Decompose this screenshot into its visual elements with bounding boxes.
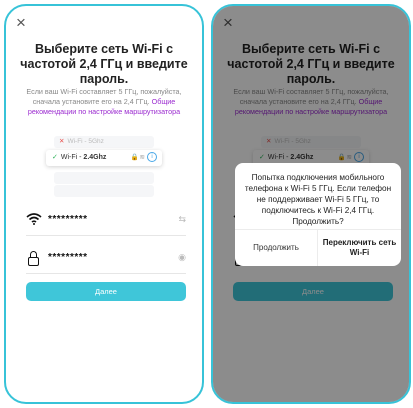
divider [26,273,186,274]
lock-icon [26,250,42,266]
eye-icon[interactable]: ◉ [178,252,186,263]
password-field[interactable]: ********* ◉ [26,248,186,274]
phone-screen-left: × Выберите сеть Wi-Fi с частотой 2,4 ГГц… [4,4,204,404]
close-icon[interactable]: × [16,14,26,31]
switch-network-button[interactable]: Переключить сеть Wi-Fi [318,229,401,266]
switch-network-icon[interactable]: ⇆ [178,214,186,225]
network-24-label: 2.4Ghz [83,154,107,161]
network-5ghz-label: Wi-Fi - 5Ghz [67,138,104,145]
next-button[interactable]: Далее [26,282,186,301]
wifi-5ghz-dialog: Попытка подключения мобильного телефона … [235,163,401,266]
network-24-prefix: Wi-Fi - [60,154,84,161]
cross-icon: ✕ [59,138,65,145]
network-row-24ghz: ✓ Wi-Fi - 2.4Ghz 🔒 ≋ i [46,150,162,166]
network-row-5ghz: ✕ Wi-Fi - 5Ghz [54,136,154,148]
network-row-placeholder [54,172,154,184]
wifi-icon [26,213,42,225]
dialog-message: Попытка подключения мобильного телефона … [244,173,392,226]
continue-button[interactable]: Продолжить [235,229,317,266]
wifi-illustration: ✕ Wi-Fi - 5Ghz ✓ Wi-Fi - 2.4Ghz 🔒 ≋ i [46,132,162,198]
check-icon: ✓ [52,154,58,161]
wifi-name-value: ********* [48,214,88,225]
page-description: Если ваш Wi-Fi составляет 5 ГГц, пожалуй… [18,87,190,117]
wifi-name-field[interactable]: ********* ⇆ [26,210,186,236]
phone-screen-right: × Выберите сеть Wi-Fi с частотой 2,4 ГГц… [211,4,411,404]
network-status-icons: 🔒 ≋ i [131,150,157,166]
page-title: Выберите сеть Wi-Fi с частотой 2,4 ГГц и… [20,42,188,86]
divider [26,235,186,236]
network-row-placeholder [54,185,154,197]
password-value: ********* [48,252,88,263]
info-icon: i [147,152,157,163]
